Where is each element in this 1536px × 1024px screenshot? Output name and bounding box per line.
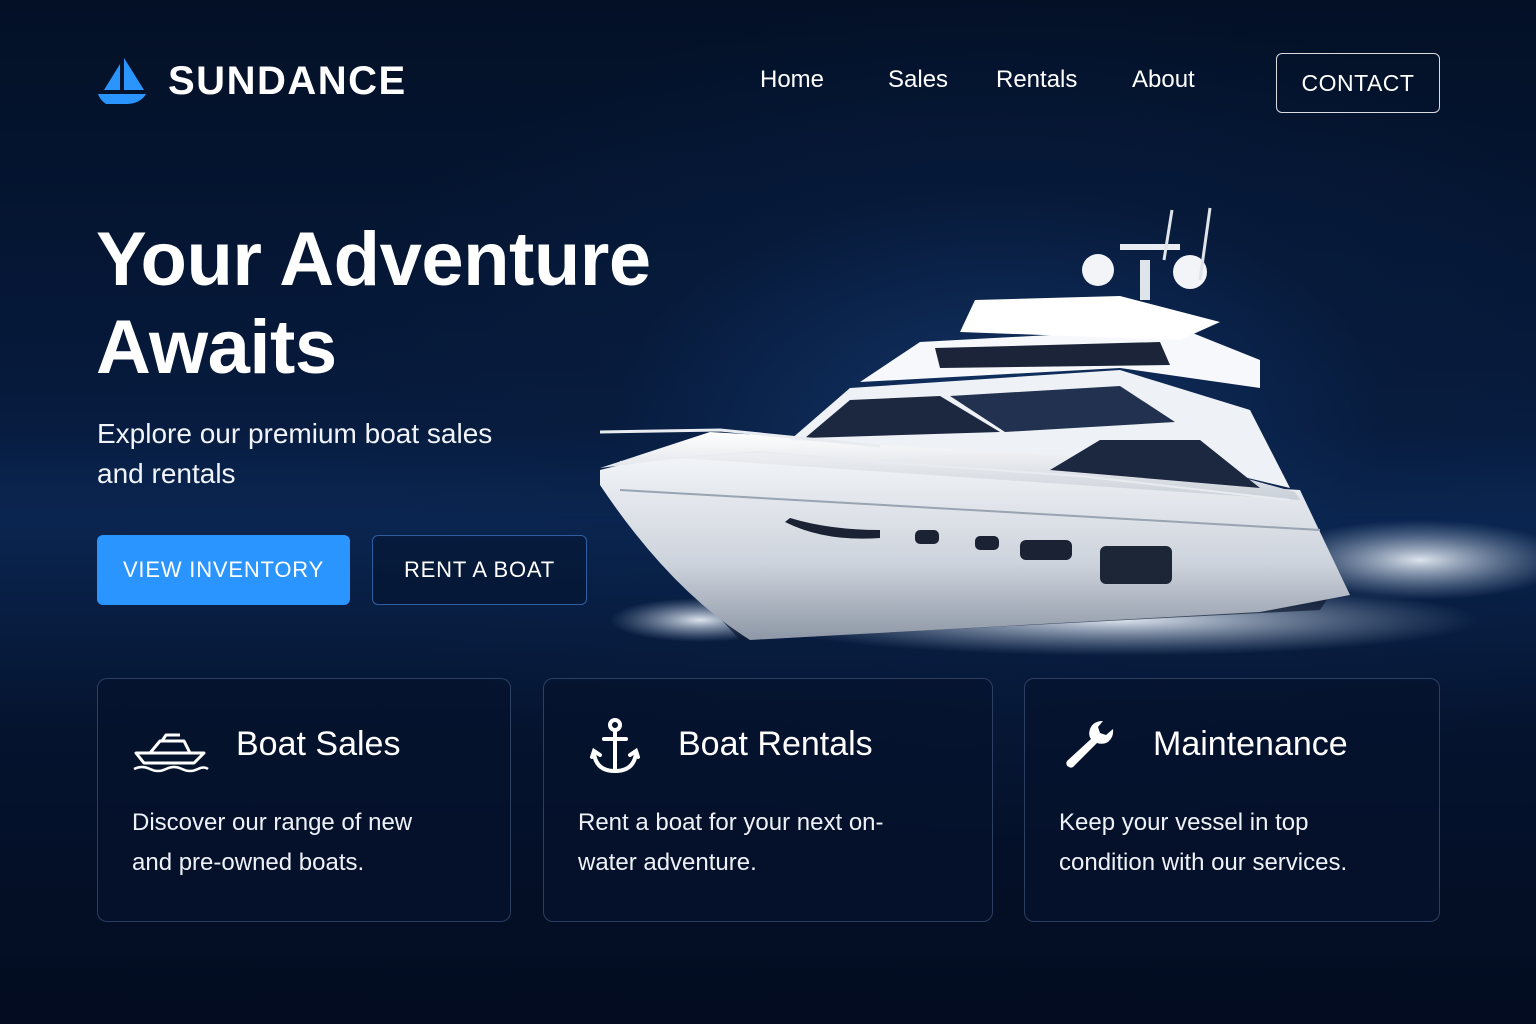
brand[interactable]: SUNDANCE bbox=[96, 56, 407, 106]
hero-subtitle: Explore our premium boat sales and renta… bbox=[97, 414, 547, 494]
brand-name: SUNDANCE bbox=[168, 58, 407, 103]
hero-title-line1: Your Adventure bbox=[96, 217, 651, 302]
nav-home[interactable]: Home bbox=[760, 66, 824, 94]
card-title: Boat Sales bbox=[236, 725, 401, 763]
card-description-line1: Rent a boat for your next on- bbox=[578, 809, 884, 836]
contact-button[interactable]: CONTACT bbox=[1276, 53, 1440, 113]
card-description-line2: condition with our services. bbox=[1059, 849, 1348, 876]
wrench-icon bbox=[1063, 717, 1117, 776]
card-description: Rent a boat for your next on- water adve… bbox=[578, 803, 918, 883]
card-title: Boat Rentals bbox=[678, 725, 873, 763]
card-description: Keep your vessel in top condition with o… bbox=[1059, 803, 1399, 883]
nav-sales[interactable]: Sales bbox=[888, 66, 948, 94]
hero-title: Your Adventure Awaits bbox=[96, 216, 716, 392]
boat-icon bbox=[132, 717, 210, 778]
card-description: Discover our range of new and pre-owned … bbox=[132, 803, 472, 883]
card-boat-rentals[interactable]: Boat Rentals Rent a boat for your next o… bbox=[543, 678, 993, 922]
view-inventory-button[interactable]: VIEW INVENTORY bbox=[97, 535, 350, 605]
anchor-icon bbox=[590, 717, 640, 782]
rent-a-boat-button[interactable]: RENT A BOAT bbox=[372, 535, 587, 605]
hero-subtitle-line1: Explore our premium boat sales bbox=[97, 418, 493, 449]
sailboat-icon bbox=[96, 56, 148, 106]
card-boat-sales[interactable]: Boat Sales Discover our range of new and… bbox=[97, 678, 511, 922]
nav-rentals[interactable]: Rentals bbox=[996, 66, 1077, 94]
hero-title-line2: Awaits bbox=[96, 305, 337, 390]
card-title: Maintenance bbox=[1153, 725, 1348, 763]
card-description-line2: and pre-owned boats. bbox=[132, 849, 365, 876]
hero-subtitle-line2: and rentals bbox=[97, 458, 236, 489]
card-description-line2: water adventure. bbox=[578, 849, 757, 876]
card-maintenance[interactable]: Maintenance Keep your vessel in top cond… bbox=[1024, 678, 1440, 922]
card-description-line1: Discover our range of new bbox=[132, 809, 413, 836]
card-description-line1: Keep your vessel in top bbox=[1059, 809, 1309, 836]
nav-about[interactable]: About bbox=[1132, 66, 1195, 94]
